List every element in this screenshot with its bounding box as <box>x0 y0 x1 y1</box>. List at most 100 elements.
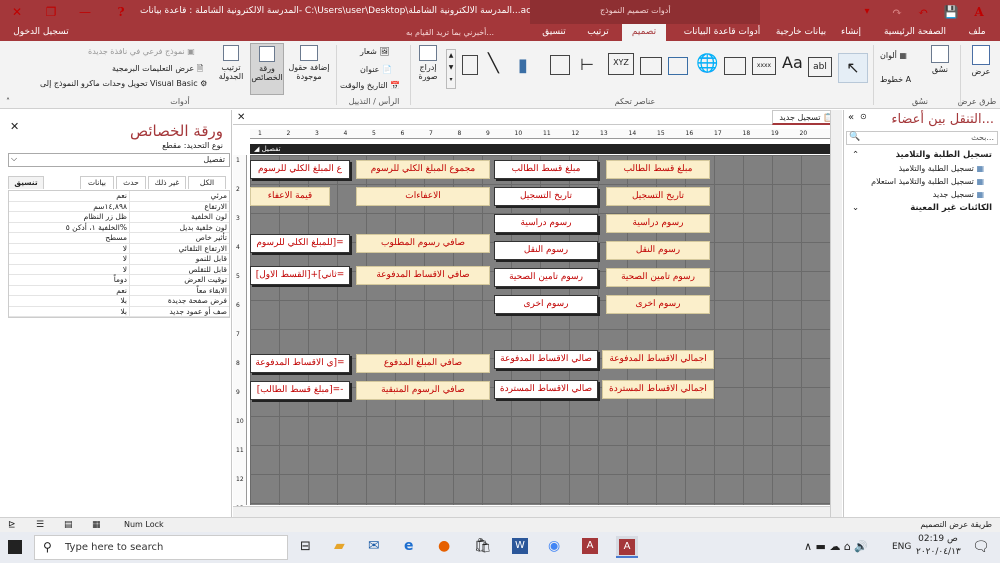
form-label[interactable]: اجمالي الاقساط المستردة <box>602 380 714 399</box>
sign-in-link[interactable]: تسجيل الدخول <box>6 24 76 41</box>
firefox-icon[interactable]: ● <box>438 538 450 554</box>
themes-button[interactable]: نسُق <box>924 45 956 74</box>
tab-database-tools[interactable]: أدوات قاعدة البيانات <box>676 24 768 41</box>
file-explorer-icon[interactable]: ▰ <box>334 538 345 554</box>
date-time-button[interactable]: التاريخ والوقت 📅 <box>340 81 400 90</box>
navigation-icon[interactable] <box>640 57 662 75</box>
task-view-icon[interactable]: ⊟ <box>300 539 311 554</box>
layout-view-icon[interactable]: ▤ <box>64 520 73 530</box>
property-value[interactable]: دوماً <box>9 275 129 285</box>
property-row[interactable]: قابل للتقلص لا <box>9 264 229 275</box>
customize-qat-icon[interactable]: ▾ <box>850 0 884 24</box>
tab-design[interactable]: تصميم <box>622 24 666 41</box>
form-textbox[interactable]: رسوم اخرى <box>494 295 598 314</box>
tab-event[interactable]: حدث <box>116 176 146 189</box>
tab-control-icon[interactable] <box>724 57 746 75</box>
form-label[interactable]: مبلغ قسط الطالب <box>606 160 710 179</box>
taskbar-search[interactable]: ⚲ Type here to search <box>34 535 288 560</box>
colors-button[interactable]: ألوان ▦ <box>880 51 907 60</box>
logo-button[interactable]: شعار 🖼 <box>360 47 390 56</box>
property-row[interactable]: الابقاء معاً نعم <box>9 285 229 296</box>
form-label[interactable]: رسوم النقل <box>606 241 710 260</box>
tab-format[interactable]: تنسيق <box>534 24 574 41</box>
property-row[interactable]: الارتفاع التلقائي لا <box>9 243 229 254</box>
restore-icon[interactable]: ❐ <box>34 0 68 24</box>
tab-other[interactable]: غير ذلك <box>148 176 186 189</box>
property-value[interactable]: لا <box>9 265 129 275</box>
property-row[interactable]: فرض صفحة جديدة بلا <box>9 296 229 307</box>
tab-data[interactable]: بيانات <box>80 176 114 189</box>
hyperlink-icon[interactable]: 🌐 <box>696 53 718 74</box>
convert-macros-button[interactable]: تحويل وحدات ماكرو النموذج إلى Visual Bas… <box>40 79 207 88</box>
line-icon[interactable]: ╲ <box>488 53 499 74</box>
controls-gallery-scroll[interactable]: ▲ ▼ ▾ <box>446 49 456 89</box>
windows-start-icon[interactable] <box>8 540 22 554</box>
form-label[interactable]: اجمالي الاقساط المدفوعة <box>602 350 714 369</box>
subform-control-icon[interactable] <box>550 55 570 75</box>
form-label[interactable]: صافي رسوم المطلوب <box>356 234 490 253</box>
nav-search-input[interactable]: 🔍 بحث... <box>846 131 998 145</box>
collapse-ribbon-icon[interactable]: ˄ <box>6 97 10 106</box>
store-icon[interactable]: 🛍 <box>474 538 492 554</box>
form-textbox[interactable]: صالي الاقساط المستردة <box>494 380 598 399</box>
property-row[interactable]: تأثير خاص مسطح <box>9 233 229 244</box>
tab-format[interactable]: تنسيق <box>8 176 44 189</box>
property-value[interactable]: الخلفية ١، أدكن ٥% <box>9 223 129 233</box>
nav-item[interactable]: تسجيل الطلبة والتلاميذ استعلام ▦ <box>846 175 998 188</box>
form-label[interactable]: الاعفاءات <box>356 187 490 206</box>
tab-file[interactable]: ملف <box>962 24 992 41</box>
collapse-nav-icon[interactable]: « <box>848 112 854 123</box>
property-value[interactable]: ١٤,٨٩٨سم <box>9 202 129 212</box>
tab-home[interactable]: الصفحة الرئيسية <box>872 24 958 41</box>
chrome-icon[interactable]: ◉ <box>548 538 560 554</box>
horizontal-scrollbar[interactable] <box>233 506 830 517</box>
form-textbox[interactable]: ع المبلغ الكلي للرسوم <box>250 160 350 179</box>
subform-new-window-button[interactable]: نموذج فرعي في نافذة جديدة ▣ <box>88 47 195 56</box>
option-group-icon[interactable]: XYZ <box>608 53 634 75</box>
language-indicator[interactable]: ENG <box>892 542 911 552</box>
form-label[interactable]: صافي المبلغ المدفوع <box>356 354 490 373</box>
property-value[interactable]: نعم <box>9 191 129 201</box>
edge-icon[interactable]: e <box>404 538 414 554</box>
property-row[interactable]: لون الخلفية ظل زر النظام <box>9 212 229 223</box>
selection-dropdown[interactable]: ⌵ تفصيل <box>8 153 230 167</box>
form-label[interactable]: تاريخ التسجيل <box>606 187 710 206</box>
form-textbox[interactable]: للمبلغ الكلي للرسوم]= <box>250 234 350 253</box>
form-textbox[interactable]: رسوم تامين الصحية <box>494 268 598 287</box>
label-control-icon[interactable]: Aa <box>782 53 803 72</box>
form-textbox[interactable]: رسوم النقل <box>494 241 598 260</box>
clock-time[interactable]: 02:19 ص <box>918 534 958 544</box>
nav-menu-icon[interactable]: ⊙ <box>860 112 867 121</box>
property-row[interactable]: لون خلفية بديل الخلفية ١، أدكن ٥% <box>9 222 229 233</box>
design-view-icon[interactable]: ⊵ <box>8 520 16 530</box>
add-existing-fields-button[interactable]: إضافة حقول موجودة <box>286 45 332 81</box>
tab-order-button[interactable]: ترتيب الجدولة <box>214 45 248 81</box>
form-textbox[interactable]: [مبلغ قسط الطالب]=- <box>250 381 350 400</box>
form-label[interactable]: صافي الاقساط المدفوعة <box>356 266 490 285</box>
vertical-scrollbar[interactable] <box>830 110 842 517</box>
help-icon[interactable]: ? <box>104 0 138 24</box>
textbox-control-icon[interactable]: abl <box>808 57 832 77</box>
tab-create[interactable]: إنشاء <box>834 24 868 41</box>
tab-external-data[interactable]: بيانات خارجية <box>770 24 832 41</box>
form-textbox[interactable]: صالي الاقساط المدفوعة <box>494 350 598 369</box>
nav-item[interactable]: تسجيل الطلبة والتلاميذ ▦ <box>846 162 998 175</box>
property-row[interactable]: الارتفاع ١٤,٨٩٨سم <box>9 201 229 212</box>
property-value[interactable]: نعم <box>9 286 129 296</box>
property-sheet-button[interactable]: ورقة الخصائص <box>250 43 284 95</box>
form-textbox[interactable]: تاريخ التسجيل <box>494 187 598 206</box>
nav-group-header[interactable]: ⌄ الكائنات غير المعينة <box>846 201 998 215</box>
property-value[interactable]: ظل زر النظام <box>9 212 129 222</box>
property-value[interactable]: مسطح <box>9 233 129 243</box>
property-value[interactable]: بلا <box>9 296 129 306</box>
property-row[interactable]: توقيت العرض دوماً <box>9 275 229 286</box>
form-label[interactable]: صافي الرسوم المتبقية <box>356 381 490 400</box>
mail-icon[interactable]: ✉ <box>368 538 380 554</box>
form-textbox[interactable]: ثاني]+[القسط الاول]= <box>250 266 350 285</box>
select-arrow-icon[interactable]: ↖ <box>838 53 868 83</box>
rectangle-icon[interactable] <box>462 55 478 75</box>
tab-all[interactable]: الكل <box>188 176 226 189</box>
form-label[interactable]: قيمة الاعفاء <box>250 187 330 206</box>
form-label[interactable]: رسوم اخرى <box>606 295 710 314</box>
form-label[interactable]: رسوم دراسية <box>606 214 710 233</box>
